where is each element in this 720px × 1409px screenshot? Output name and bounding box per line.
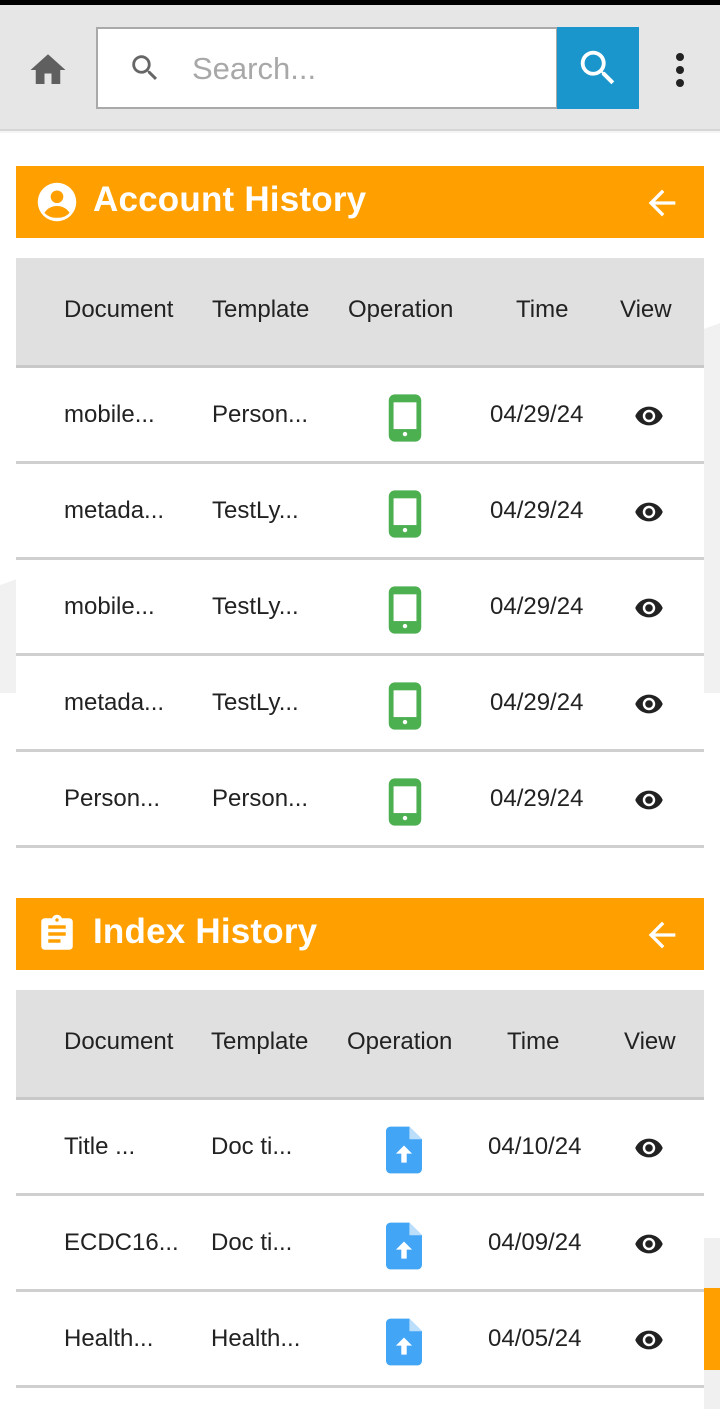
table-row[interactable]: metada... TestLy... 04/29/24: [16, 464, 704, 560]
search-input[interactable]: [192, 47, 532, 91]
column-header-time[interactable]: Time: [516, 296, 568, 324]
search-button[interactable]: [557, 27, 639, 109]
cell-template: Doc ti...: [211, 1229, 293, 1256]
file-upload-icon: [386, 1318, 422, 1366]
account-history-header: Account History: [16, 166, 704, 238]
eye-icon[interactable]: [634, 785, 664, 815]
column-header-template[interactable]: Template: [212, 296, 309, 324]
search-icon: [580, 50, 615, 85]
cell-template: Health...: [211, 1325, 301, 1352]
column-header-template[interactable]: Template: [211, 1028, 308, 1056]
cell-time: 04/29/24: [490, 689, 584, 716]
column-header-time[interactable]: Time: [507, 1028, 559, 1056]
eye-icon[interactable]: [634, 401, 664, 431]
eye-icon[interactable]: [634, 1325, 664, 1355]
cell-template: TestLy...: [212, 497, 299, 524]
column-header-operation[interactable]: Operation: [348, 296, 453, 324]
column-header-operation[interactable]: Operation: [347, 1028, 452, 1056]
cell-time: 04/29/24: [490, 497, 584, 524]
cell-template: Doc ti...: [211, 1133, 293, 1160]
cell-template: Person...: [212, 401, 309, 428]
more-vert-icon[interactable]: [668, 49, 692, 91]
section-title: Index History: [93, 912, 318, 951]
table-row[interactable]: Title ... Doc ti... 04/10/24: [16, 1100, 704, 1196]
table-row[interactable]: Person... Person... 04/29/24: [16, 752, 704, 848]
cell-time: 04/29/24: [490, 785, 584, 812]
arrow-back-icon[interactable]: [642, 183, 682, 223]
cell-time: 04/09/24: [488, 1229, 582, 1256]
top-app-bar: [0, 5, 720, 131]
index-history-header: Index History: [16, 898, 704, 970]
cell-time: 04/05/24: [488, 1325, 582, 1352]
cell-document: Health...: [64, 1325, 154, 1352]
cell-document: mobile...: [64, 401, 155, 428]
table-row[interactable]: metada... TestLy... 04/29/24: [16, 656, 704, 752]
cell-time: 04/29/24: [490, 593, 584, 620]
table-header: Document Template Operation Time View: [16, 990, 704, 1100]
section-title: Account History: [93, 180, 367, 219]
phone-android-icon: [388, 490, 422, 538]
home-icon[interactable]: [27, 49, 69, 91]
eye-icon[interactable]: [634, 1133, 664, 1163]
column-header-document[interactable]: Document: [64, 296, 173, 324]
cell-document: metada...: [64, 689, 165, 716]
phone-android-icon: [388, 778, 422, 826]
cell-template: Person...: [212, 785, 309, 812]
table-row[interactable]: ECDC16... Doc ti... 04/09/24: [16, 1196, 704, 1292]
main-content: Account History Document Template Operat…: [0, 133, 720, 1409]
column-header-document[interactable]: Document: [64, 1028, 173, 1056]
cell-time: 04/29/24: [490, 401, 584, 428]
eye-icon[interactable]: [634, 593, 664, 623]
eye-icon[interactable]: [634, 497, 664, 527]
cell-document: ECDC16...: [64, 1229, 179, 1256]
eye-icon[interactable]: [634, 1229, 664, 1259]
account-history-table: Document Template Operation Time View mo…: [16, 258, 704, 848]
cell-template: TestLy...: [212, 689, 299, 716]
search-box: [96, 27, 558, 109]
file-upload-icon: [386, 1126, 422, 1174]
table-row[interactable]: Health... Health... 04/05/24: [16, 1292, 704, 1388]
index-history-table: Document Template Operation Time View Ti…: [16, 990, 704, 1388]
eye-icon[interactable]: [634, 689, 664, 719]
assignment-icon: [41, 914, 73, 950]
table-header: Document Template Operation Time View: [16, 258, 704, 368]
phone-android-icon: [388, 586, 422, 634]
cell-document: Person...: [64, 785, 161, 812]
column-header-view[interactable]: View: [624, 1028, 676, 1056]
cell-document: Title ...: [64, 1133, 136, 1160]
phone-android-icon: [388, 394, 422, 442]
phone-android-icon: [388, 682, 422, 730]
account-circle-icon: [37, 182, 77, 222]
arrow-back-icon[interactable]: [642, 915, 682, 955]
column-header-view[interactable]: View: [620, 296, 672, 324]
cell-template: TestLy...: [212, 593, 299, 620]
search-icon: [132, 55, 158, 81]
cell-document: mobile...: [64, 593, 155, 620]
table-row[interactable]: mobile... Person... 04/29/24: [16, 368, 704, 464]
cell-document: metada...: [64, 497, 165, 524]
cell-time: 04/10/24: [488, 1133, 582, 1160]
file-upload-icon: [386, 1222, 422, 1270]
table-row[interactable]: mobile... TestLy... 04/29/24: [16, 560, 704, 656]
